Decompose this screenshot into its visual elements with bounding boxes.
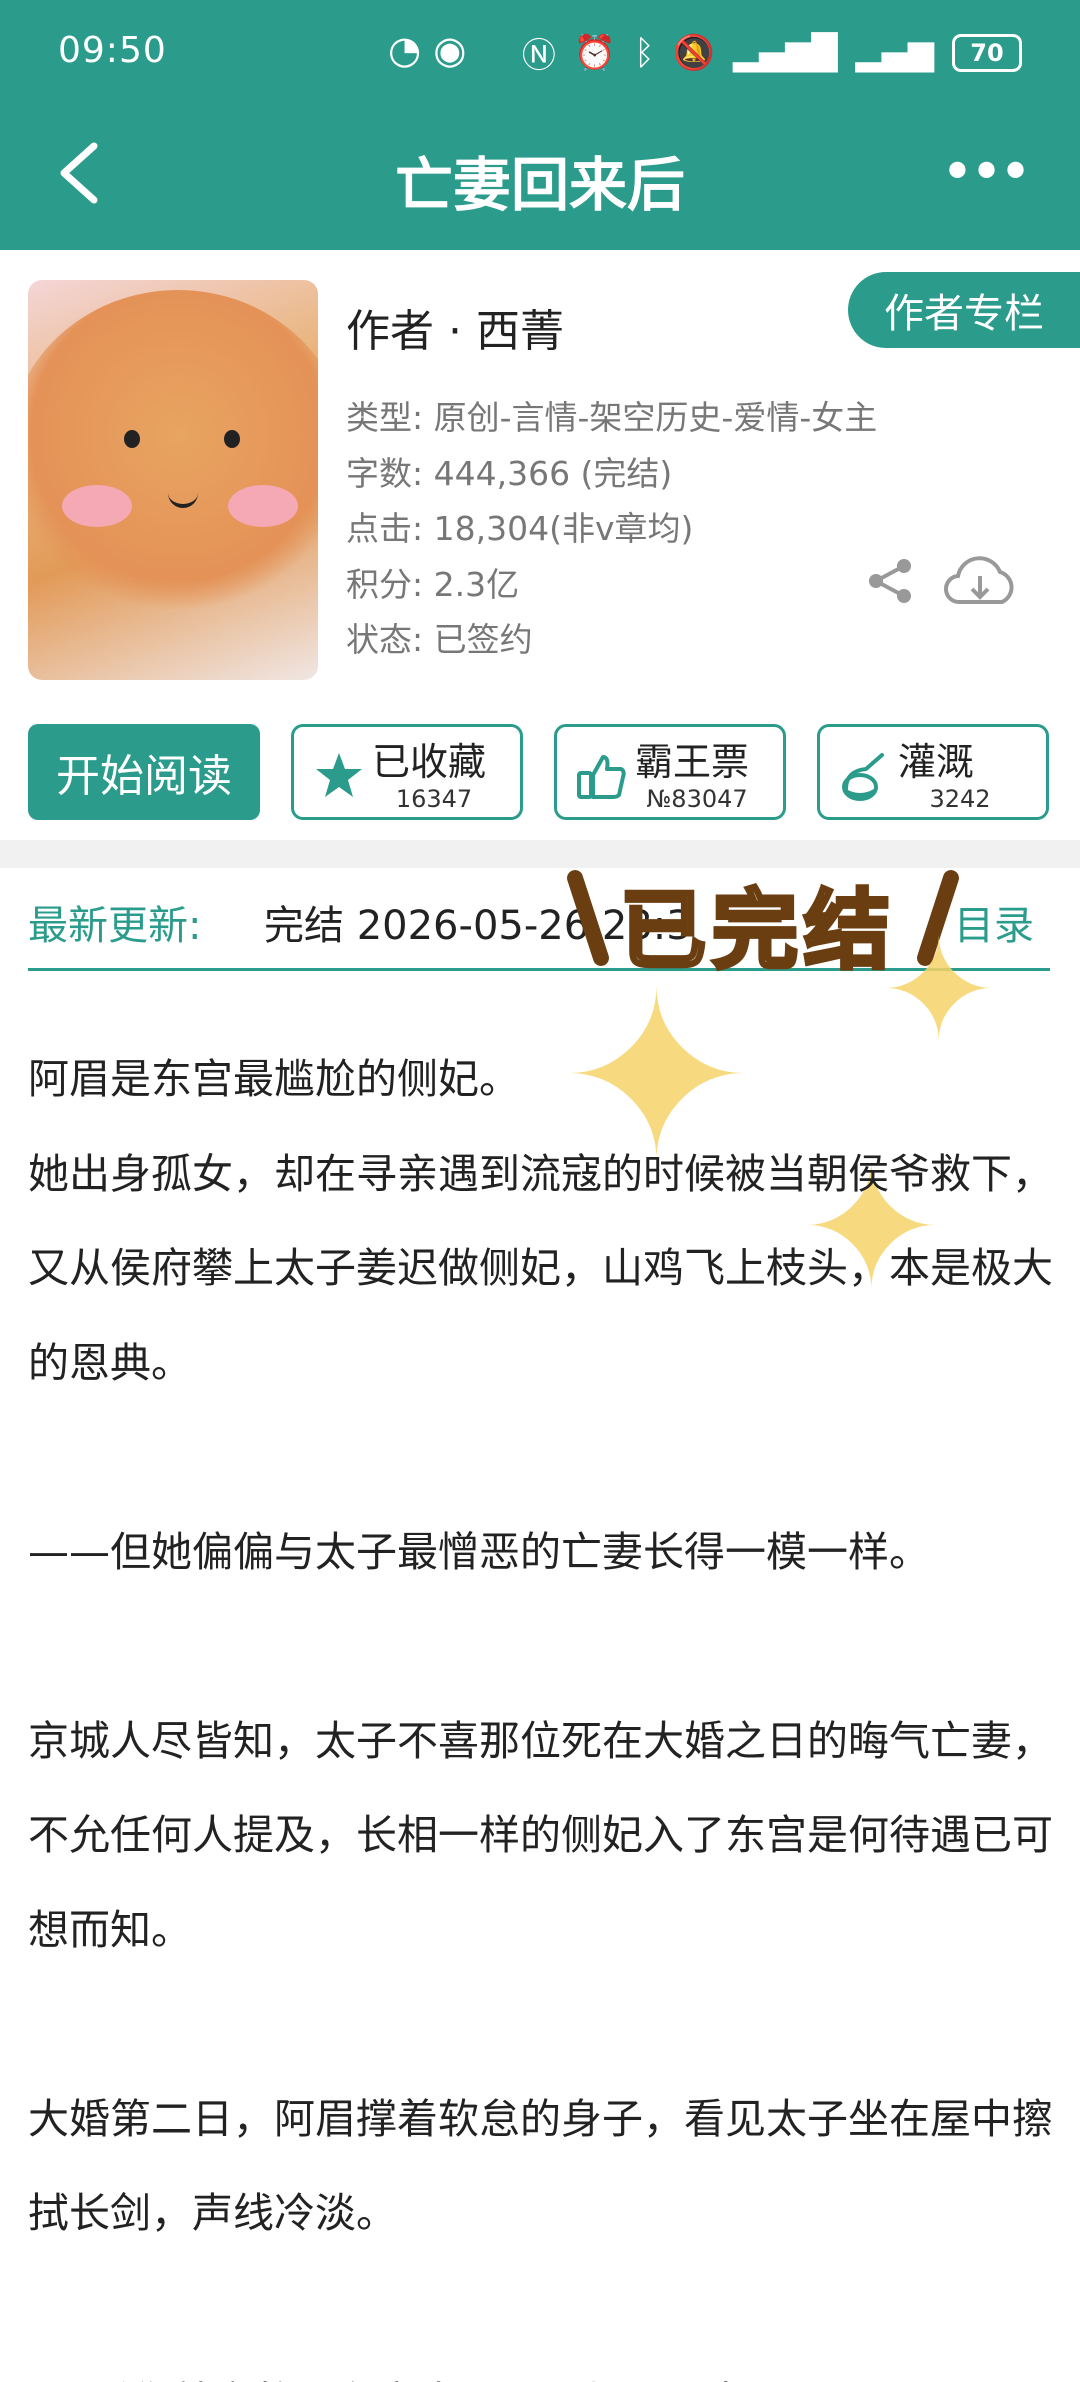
collect-button[interactable]: 已收藏 16347 [291,724,523,820]
speed-icon: ◔ [388,28,422,72]
status-right-icons: Ⓝ ⏰ ᛒ 🔕 ▂▄▆█ ▂▄▆ 70 [522,28,1022,77]
status-text: 状态: 已签约 [346,620,533,659]
status-bar: 09:50 ◔ ◉ Ⓝ ⏰ ᛒ 🔕 ▂▄▆█ ▂▄▆ 70 [0,0,1080,105]
synopsis-paragraph: 大婚第二日，阿眉撑着软怠的身子，看见太子坐在屋中擦拭长剑，声线冷淡。 [28,2094,1053,2238]
book-meta: 类型: 原创-言情-架空历史-爱情-女主 字数: 444,366 (完结) 点击… [346,390,877,668]
genre-text: 类型: 原创-言情-架空历史-爱情-女主 [346,398,878,437]
bear-eye [124,430,140,448]
irrigate-button[interactable]: 灌溉 3242 [817,724,1049,820]
mute-icon: 🔕 [672,32,715,73]
status-left-icons: ◔ ◉ [388,28,466,72]
nav-bar: 亡妻回来后 ••• [0,120,1080,230]
page-title: 亡妻回来后 [394,151,685,219]
vote-rank: №83047 [646,785,748,813]
synopsis-paragraph [28,1977,1058,2072]
synopsis-paragraph: 阿眉是东宫最尴尬的侧妃。 [28,1055,520,1103]
alarm-icon: ⏰ [573,32,617,73]
synopsis-paragraph [28,1410,1058,1505]
author-name[interactable]: 作者 · 西菁 [346,295,564,359]
nfc-icon: Ⓝ [521,36,556,76]
book-cover[interactable] [28,280,318,680]
vote-label: 霸王票 [635,740,750,784]
signal-4g-icon-2: ▂▄▆ [855,32,934,73]
vote-button[interactable]: 霸王票 №83047 [554,724,786,820]
synopsis-paragraph [28,2261,1058,2356]
synopsis-paragraph: ——但她偏偏与太子最憎恶的亡妻长得一模一样。 [28,1527,930,1576]
clicks-text: 点击: 18,304(非v章均) [346,509,694,548]
action-row: 开始阅读 已收藏 16347 霸王票 №83047 灌溉 3242 [28,724,1052,820]
status-time: 09:50 [58,30,167,71]
irrigate-label: 灌溉 [898,740,975,784]
word-count-text: 字数: 444,366 (完结) [346,453,673,493]
synopsis-paragraph: 京城人尽皆知，太子不喜那位死在大婚之日的晦气亡妻，不允任何人提及，长相一样的侧妃… [28,1716,1053,1954]
author-column-button[interactable]: 作者专栏 [848,272,1080,348]
bear-sticker [28,290,318,610]
start-reading-button[interactable]: 开始阅读 [28,724,260,820]
points-text: 积分: 2.3亿 [346,564,520,604]
share-icon[interactable] [866,556,916,606]
download-cloud-icon[interactable] [940,552,1020,612]
bear-cheek [62,485,132,527]
battery-icon: 70 [952,33,1022,72]
irrigate-count: 3242 [929,785,991,813]
synopsis-paragraph: “日后你就安静呆在宫中，哪里都不要去。” [28,2355,1058,2382]
eye-icon: ◉ [433,28,467,72]
signal-4g-icon: ▂▄▆█ [732,32,838,73]
top-bar: 09:50 ◔ ◉ Ⓝ ⏰ ᛒ 🔕 ▂▄▆█ ▂▄▆ 70 亡妻回来后 ••• [0,0,1080,250]
bluetooth-icon: ᛒ [634,32,655,73]
synopsis: 阿眉是东宫最尴尬的侧妃。 她出身孤女，却在寻亲遇到流寇的时候被当朝侯爷救下，又从… [28,1032,1058,2382]
bear-cheek [228,485,298,527]
synopsis-paragraph: 她出身孤女，却在寻亲遇到流寇的时候被当朝侯爷救下，又从侯府攀上太子姜迟做侧妃，山… [28,1149,1053,1387]
collect-label: 已收藏 [372,740,487,784]
collect-count: 16347 [395,785,473,813]
bear-eye [224,430,240,448]
book-info: 作者 · 西菁 作者专栏 类型: 原创-言情-架空历史-爱情-女主 字数: 44… [0,250,1080,840]
synopsis-paragraph [28,1599,1058,1694]
latest-update-label: 最新更新: [28,903,202,949]
more-icon[interactable]: ••• [941,140,1032,205]
